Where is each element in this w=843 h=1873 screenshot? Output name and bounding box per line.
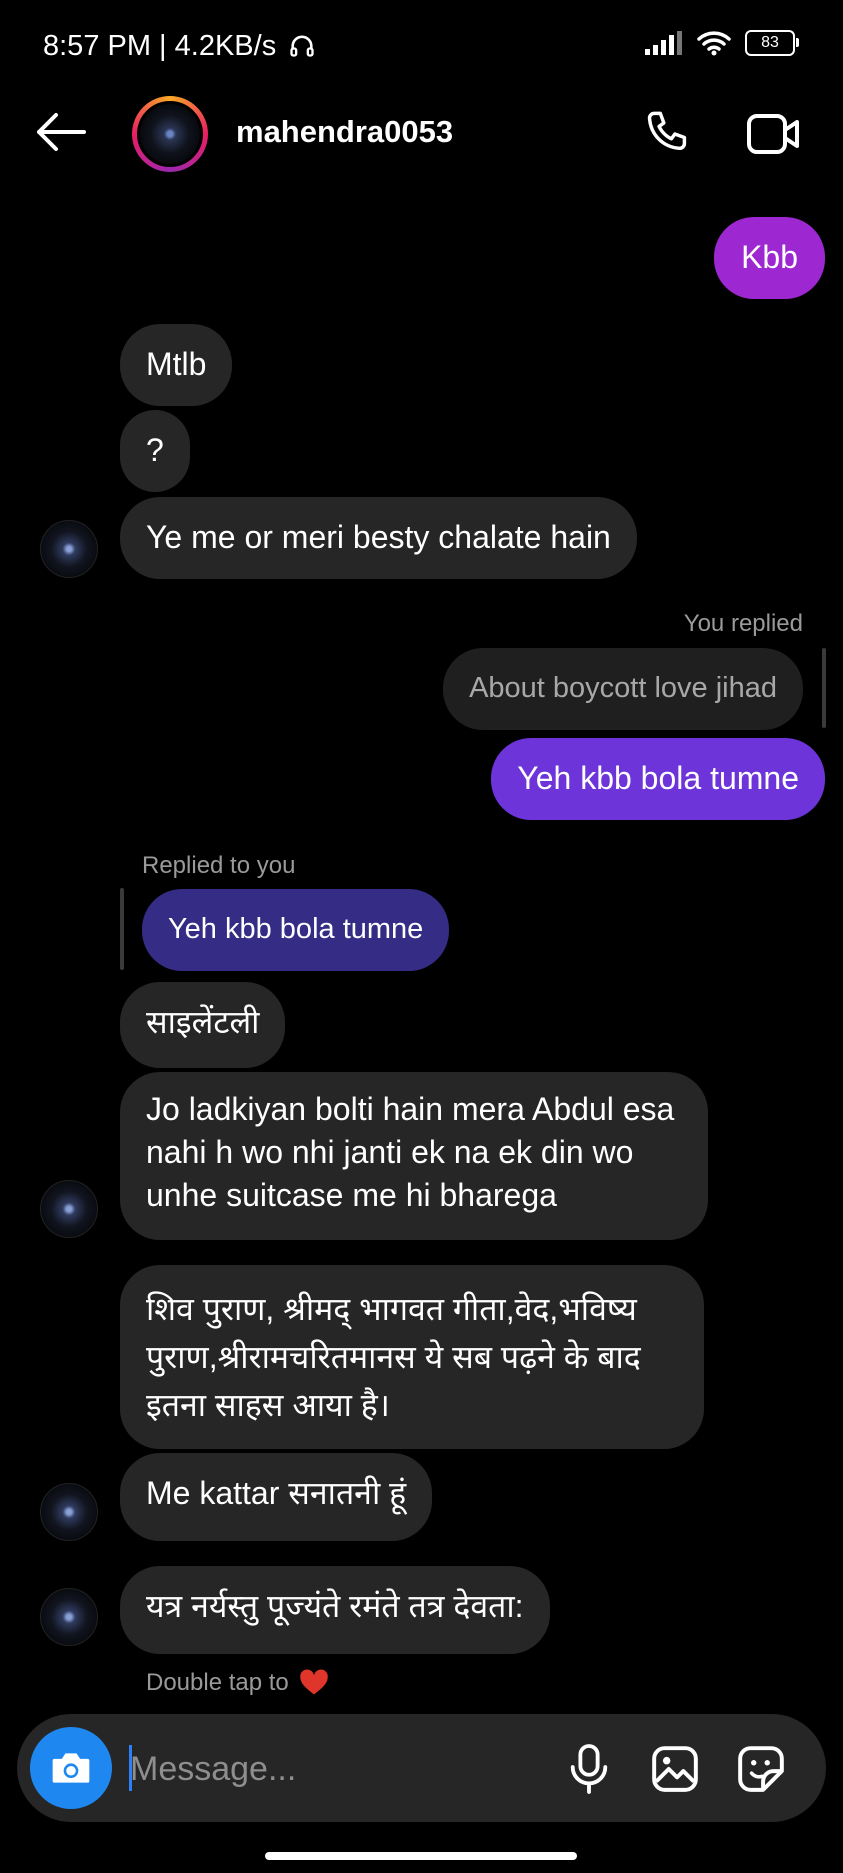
replied-to-you-label: Replied to you [142,852,296,879]
username[interactable]: mahendra0053 [236,114,453,150]
signal-icon [645,31,682,55]
text-caret [129,1745,132,1791]
you-replied-label: You replied [683,610,803,637]
message-incoming[interactable]: यत्र नर्यस्तु पूज्यंते रमंते तत्र देवता: [120,1566,550,1654]
message-incoming[interactable]: शिव पुराण, श्रीमद् भागवत गीता,वेद,भविष्य… [120,1265,704,1449]
microphone-icon[interactable] [566,1742,612,1796]
wifi-icon [697,31,731,56]
profile-avatar[interactable] [132,96,208,172]
status-indicators: 83 [645,30,799,56]
phone-icon[interactable] [640,108,692,160]
double-tap-hint: Double tap to [146,1668,329,1697]
reply-quote[interactable]: Yeh kbb bola tumne [142,889,450,971]
double-tap-text: Double tap to [146,1669,289,1696]
sticker-icon[interactable] [736,1744,786,1794]
message-incoming[interactable]: Mtlb [120,324,233,406]
home-indicator[interactable] [265,1852,577,1860]
message-incoming[interactable]: साइलेंटली [120,982,286,1068]
sender-avatar[interactable] [40,1180,98,1238]
video-camera-icon[interactable] [746,110,802,158]
camera-button[interactable] [30,1727,112,1809]
heart-icon [300,1669,329,1695]
sender-avatar[interactable] [40,520,98,578]
message-outgoing[interactable]: Kbb [714,217,825,299]
status-time-text: 8:57 PM | 4.2KB/s [43,30,277,62]
avatar-image [137,101,203,167]
battery-indicator: 83 [745,30,799,56]
message-outgoing[interactable]: Yeh kbb bola tumne [491,738,825,820]
sender-avatar[interactable] [40,1588,98,1646]
gallery-icon[interactable] [650,1744,700,1794]
status-time: 8:57 PM | 4.2KB/s [43,30,316,63]
back-arrow-icon[interactable] [34,112,86,152]
headphones-icon [290,35,314,57]
reply-quote-bar [822,648,826,728]
battery-level: 83 [761,34,779,51]
camera-icon [52,1753,90,1783]
sender-avatar[interactable] [40,1483,98,1541]
message-incoming[interactable]: Me kattar सनातनी हूं [120,1453,433,1541]
message-incoming[interactable]: Jo ladkiyan bolti hain mera Abdul esa na… [120,1072,708,1240]
reply-quote[interactable]: About boycott love jihad [443,648,803,730]
message-input[interactable] [128,1742,552,1796]
message-incoming[interactable]: ? [120,410,190,492]
message-incoming[interactable]: Ye me or meri besty chalate hain [120,497,637,579]
reply-quote-bar [120,888,124,970]
